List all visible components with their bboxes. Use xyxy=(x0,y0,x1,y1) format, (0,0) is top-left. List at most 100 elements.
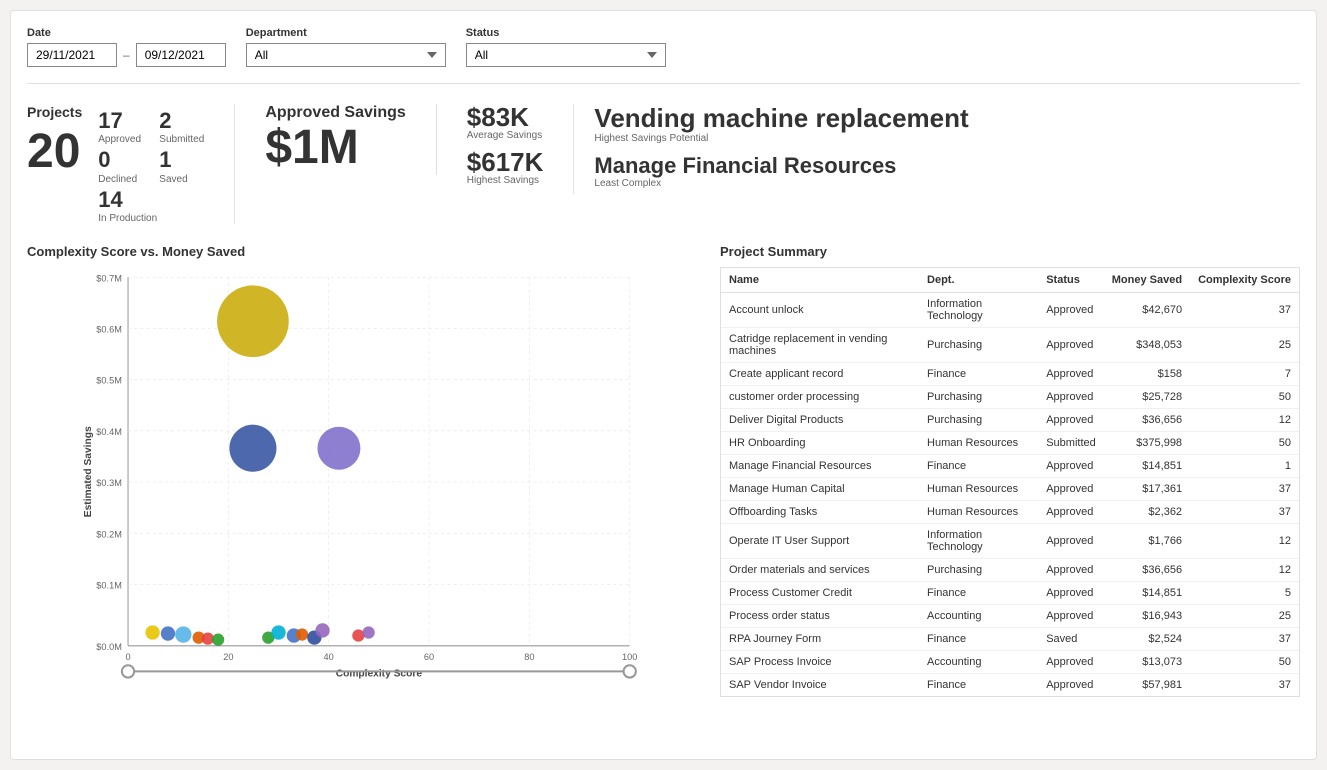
cell-name: HR Onboarding xyxy=(721,432,919,455)
cell-dept: Human Resources xyxy=(919,432,1038,455)
chart-title: Complexity Score vs. Money Saved xyxy=(27,244,700,259)
cell-status: Approved xyxy=(1038,478,1104,501)
cell-dept: Purchasing xyxy=(919,559,1038,582)
svg-text:$0.2M: $0.2M xyxy=(96,529,122,539)
table-row[interactable]: Order materials and services Purchasing … xyxy=(721,559,1299,582)
cell-status: Approved xyxy=(1038,455,1104,478)
kpi-savings: Approved Savings $1M xyxy=(235,104,436,175)
kpi-highest-savings: $617K Highest Savings xyxy=(467,149,544,186)
cell-complexity: 12 xyxy=(1190,524,1299,559)
kpi-avg-value: $83K xyxy=(467,104,544,130)
kpi-submitted-label: Submitted xyxy=(159,134,204,145)
table-wrapper[interactable]: Name Dept. Status Money Saved Complexity… xyxy=(720,267,1300,697)
table-row[interactable]: Deliver Digital Products Purchasing Appr… xyxy=(721,409,1299,432)
table-row[interactable]: Manage Human Capital Human Resources App… xyxy=(721,478,1299,501)
cell-complexity: 7 xyxy=(1190,363,1299,386)
svg-text:$0.3M: $0.3M xyxy=(96,478,122,488)
cell-name: customer order processing xyxy=(721,386,919,409)
table-row[interactable]: customer order processing Purchasing App… xyxy=(721,386,1299,409)
col-money: Money Saved xyxy=(1104,268,1190,293)
kpi-avg-savings: $83K Average Savings xyxy=(467,104,544,141)
kpi-highlight-secondary-sub: Least Complex xyxy=(594,178,968,189)
col-name: Name xyxy=(721,268,919,293)
date-filter-row: – xyxy=(27,43,226,67)
table-row[interactable]: HR Onboarding Human Resources Submitted … xyxy=(721,432,1299,455)
table-row[interactable]: Manage Financial Resources Finance Appro… xyxy=(721,455,1299,478)
svg-text:$0.6M: $0.6M xyxy=(96,325,122,335)
kpi-highlight: Vending machine replacement Highest Savi… xyxy=(574,104,988,189)
cell-money: $16,943 xyxy=(1104,605,1190,628)
filters-bar: Date – Department All Status All xyxy=(27,27,1300,84)
svg-text:40: 40 xyxy=(324,652,334,662)
cell-name: Process order status xyxy=(721,605,919,628)
dept-filter-select[interactable]: All xyxy=(246,43,446,67)
kpi-production-count: 14 xyxy=(98,187,204,213)
date-from-input[interactable] xyxy=(27,43,117,67)
bubble-teal[interactable] xyxy=(271,626,285,640)
kpi-declined-label: Declined xyxy=(98,174,143,185)
table-row[interactable]: Account unlock Information Technology Ap… xyxy=(721,293,1299,328)
cell-complexity: 50 xyxy=(1190,432,1299,455)
chart-container: $0.7M $0.6M $0.5M $0.4M $0.3M $0.2M $0.1… xyxy=(27,267,700,697)
bubble-small-6[interactable] xyxy=(212,634,224,646)
kpi-savings-value: $1M xyxy=(265,122,405,175)
cell-dept: Finance xyxy=(919,674,1038,697)
cell-name: Order materials and services xyxy=(721,559,919,582)
cell-complexity: 12 xyxy=(1190,559,1299,582)
kpi-section: Projects 20 17 Approved 2 Submitted 0 De… xyxy=(27,104,1300,224)
cell-name: Process Customer Credit xyxy=(721,582,919,605)
table-body: Account unlock Information Technology Ap… xyxy=(721,293,1299,697)
kpi-highest-value: $617K xyxy=(467,149,544,175)
bubble-small-3[interactable] xyxy=(175,627,191,643)
bubble-small-2[interactable] xyxy=(161,627,175,641)
bubble-vending[interactable] xyxy=(217,286,289,358)
status-filter-select[interactable]: All xyxy=(466,43,666,67)
bubble-purple2[interactable] xyxy=(315,623,329,637)
cell-money: $375,998 xyxy=(1104,432,1190,455)
bubble-small-1[interactable] xyxy=(145,626,159,640)
svg-text:60: 60 xyxy=(424,652,434,662)
kpi-submitted-count: 2 xyxy=(159,108,204,134)
cell-money: $36,656 xyxy=(1104,559,1190,582)
table-row[interactable]: RPA Journey Form Finance Saved $2,524 37 xyxy=(721,628,1299,651)
table-row[interactable]: Process order status Accounting Approved… xyxy=(721,605,1299,628)
cell-dept: Human Resources xyxy=(919,478,1038,501)
table-row[interactable]: Process Customer Credit Finance Approved… xyxy=(721,582,1299,605)
date-to-input[interactable] xyxy=(136,43,226,67)
table-row[interactable]: Offboarding Tasks Human Resources Approv… xyxy=(721,501,1299,524)
table-row[interactable]: Catridge replacement in vending machines… xyxy=(721,328,1299,363)
table-row[interactable]: SAP Process Invoice Accounting Approved … xyxy=(721,651,1299,674)
chart-section: Complexity Score vs. Money Saved xyxy=(27,244,700,697)
cell-dept: Purchasing xyxy=(919,386,1038,409)
bubble-purple3[interactable] xyxy=(362,627,374,639)
svg-text:Complexity Score: Complexity Score xyxy=(336,669,423,680)
cell-dept: Information Technology xyxy=(919,524,1038,559)
cell-name: Account unlock xyxy=(721,293,919,328)
svg-text:80: 80 xyxy=(524,652,534,662)
cell-complexity: 37 xyxy=(1190,478,1299,501)
table-row[interactable]: Operate IT User Support Information Tech… xyxy=(721,524,1299,559)
bubble-orange2[interactable] xyxy=(296,629,308,641)
date-filter-group: Date – xyxy=(27,27,226,67)
cell-money: $25,728 xyxy=(1104,386,1190,409)
cell-status: Approved xyxy=(1038,674,1104,697)
cell-status: Approved xyxy=(1038,328,1104,363)
kpi-projects-left: Projects 20 xyxy=(27,104,82,176)
cell-status: Approved xyxy=(1038,409,1104,432)
bubble-hr[interactable] xyxy=(229,425,276,472)
cell-status: Approved xyxy=(1038,293,1104,328)
cell-money: $158 xyxy=(1104,363,1190,386)
svg-text:$0.7M: $0.7M xyxy=(96,274,122,284)
cell-complexity: 37 xyxy=(1190,674,1299,697)
bubble-purple[interactable] xyxy=(317,427,360,470)
cell-money: $14,851 xyxy=(1104,455,1190,478)
cell-status: Approved xyxy=(1038,524,1104,559)
table-row[interactable]: SAP Vendor Invoice Finance Approved $57,… xyxy=(721,674,1299,697)
svg-text:Estimated Savings: Estimated Savings xyxy=(83,426,94,517)
cell-money: $2,524 xyxy=(1104,628,1190,651)
cell-name: Manage Human Capital xyxy=(721,478,919,501)
table-row[interactable]: Create applicant record Finance Approved… xyxy=(721,363,1299,386)
cell-name: Manage Financial Resources xyxy=(721,455,919,478)
kpi-highlight-main: Vending machine replacement xyxy=(594,104,968,133)
kpi-savings-title: Approved Savings xyxy=(265,104,405,122)
